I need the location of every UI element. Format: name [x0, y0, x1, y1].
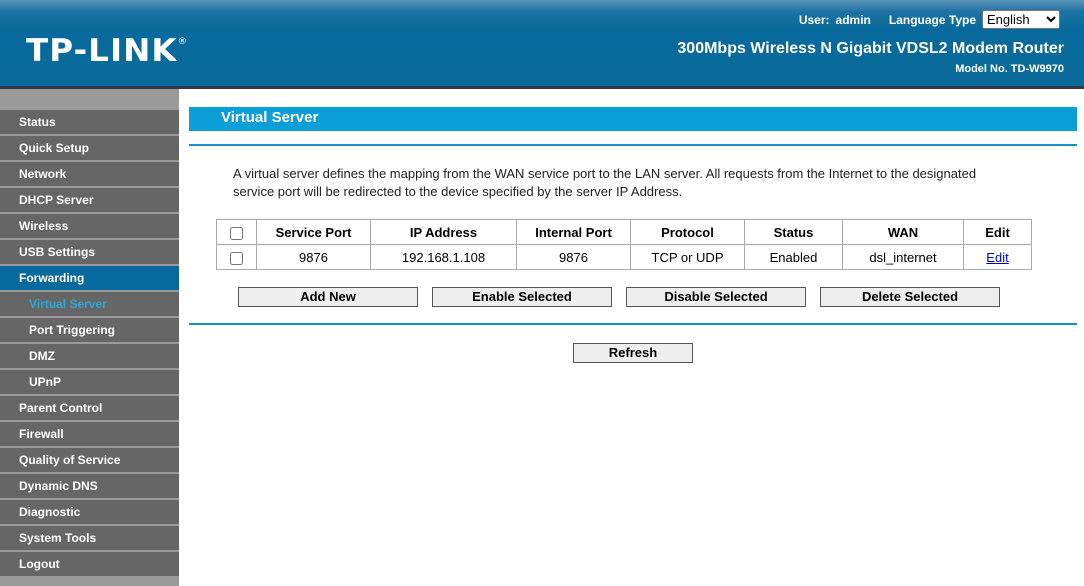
tp-link-logo: TP-LINK®: [26, 33, 189, 69]
add-new-button[interactable]: Add New: [238, 287, 418, 307]
col-status: Status: [744, 219, 843, 245]
edit-link[interactable]: Edit: [986, 250, 1008, 265]
divider: [189, 144, 1077, 146]
select-all-header: [216, 219, 257, 245]
sidebar-item-dynamic-dns[interactable]: Dynamic DNS: [0, 474, 179, 498]
enable-selected-button[interactable]: Enable Selected: [432, 287, 612, 307]
sidebar-item-logout[interactable]: Logout: [0, 552, 179, 576]
sidebar-item-port-triggering[interactable]: Port Triggering: [0, 318, 179, 342]
sidebar-item-status[interactable]: Status: [0, 110, 179, 134]
protocol: TCP or UDP: [630, 244, 745, 270]
user-label: User:: [798, 12, 830, 27]
sidebar-item-network[interactable]: Network: [0, 162, 179, 186]
row-checkbox[interactable]: [230, 251, 243, 265]
product-name: 300Mbps Wireless N Gigabit VDSL2 Modem R…: [677, 40, 1064, 57]
sidebar-item-system-tools[interactable]: System Tools: [0, 526, 179, 550]
virtual-server-table: Service Port IP Address Internal Port Pr…: [216, 219, 1032, 270]
header: TP-LINK® User: admin Language Type Engli…: [0, 0, 1084, 86]
col-internal-port: Internal Port: [516, 219, 631, 245]
sidebar-item-virtual-server[interactable]: Virtual Server: [0, 292, 179, 316]
sidebar-item-diagnostic[interactable]: Diagnostic: [0, 500, 179, 524]
disable-selected-button[interactable]: Disable Selected: [626, 287, 806, 307]
col-ip-address: IP Address: [370, 219, 517, 245]
sidebar: Status Quick Setup Network DHCP Server Wirel…: [0, 89, 179, 586]
table-header: Service Port IP Address Internal Port Pr…: [216, 219, 1032, 245]
sidebar-item-parent-control[interactable]: Parent Control: [0, 396, 179, 420]
page-title: Virtual Server: [189, 107, 1077, 131]
user-bar: User: admin Language Type English: [799, 10, 1060, 29]
sidebar-item-firewall[interactable]: Firewall: [0, 422, 179, 446]
status: Enabled: [744, 244, 843, 270]
wan: dsl_internet: [842, 244, 964, 270]
refresh-button[interactable]: Refresh: [573, 343, 693, 363]
internal-port: 9876: [516, 244, 631, 270]
col-protocol: Protocol: [630, 219, 745, 245]
ip-address: 192.168.1.108: [370, 244, 517, 270]
sidebar-item-dhcp-server[interactable]: DHCP Server: [0, 188, 179, 212]
sidebar-item-quick-setup[interactable]: Quick Setup: [0, 136, 179, 160]
language-label: Language Type: [888, 12, 976, 27]
sidebar-item-dmz[interactable]: DMZ: [0, 344, 179, 368]
col-service-port: Service Port: [256, 219, 371, 245]
delete-selected-button[interactable]: Delete Selected: [820, 287, 1000, 307]
description: A virtual server defines the mapping fro…: [233, 166, 977, 199]
col-wan: WAN: [842, 219, 964, 245]
sidebar-item-upnp[interactable]: UPnP: [0, 370, 179, 394]
user-name: admin: [835, 12, 871, 27]
select-all-checkbox[interactable]: [230, 226, 243, 240]
edit-cell: Edit: [963, 244, 1032, 270]
divider: [189, 323, 1077, 325]
service-port: 9876: [256, 244, 371, 270]
col-edit: Edit: [963, 219, 1032, 245]
model-number: Model No. TD-W9970: [955, 63, 1064, 75]
sidebar-item-usb-settings[interactable]: USB Settings: [0, 240, 179, 264]
table-row: 9876 192.168.1.108 9876 TCP or UDP Enabl…: [216, 244, 1032, 270]
sidebar-item-forwarding[interactable]: Forwarding: [0, 266, 179, 290]
sidebar-item-quality-of-service[interactable]: Quality of Service: [0, 448, 179, 472]
language-select[interactable]: English: [982, 10, 1060, 29]
main-content: Virtual Server A virtual server defines …: [189, 107, 1077, 363]
sidebar-item-wireless[interactable]: Wireless: [0, 214, 179, 238]
row-select-cell: [216, 244, 257, 270]
